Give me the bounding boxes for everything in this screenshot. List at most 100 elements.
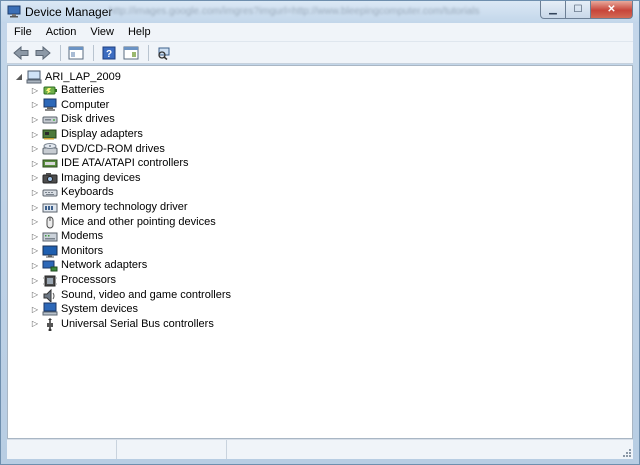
maximize-button[interactable]: ☐ [566,1,591,19]
expand-arrow-icon[interactable]: ▷ [30,260,40,270]
scan-hardware-button[interactable] [154,44,174,62]
display-adapter-icon [42,127,58,141]
menu-view[interactable]: View [83,26,121,38]
computer-icon [26,70,42,84]
tree-item[interactable]: ▷ Imaging devices [30,171,231,186]
tree-item[interactable]: ▷ Mice and other pointing devices [30,214,231,229]
speaker-icon [42,288,58,302]
monitor-icon [42,244,58,258]
modem-icon [42,229,58,243]
tree-item[interactable]: ▷ Modems [30,229,231,244]
ide-controller-icon [42,156,58,170]
tree-item-label: Disk drives [61,113,115,126]
close-icon: ✕ [607,4,616,15]
usb-icon [42,317,58,331]
tree-item[interactable]: ▷ Processors [30,273,231,288]
help-button[interactable] [121,44,141,62]
camera-icon [42,171,58,185]
menu-file[interactable]: File [7,26,39,38]
expand-arrow-icon[interactable]: ▷ [30,129,40,139]
device-manager-icon [7,5,21,18]
tree-item[interactable]: ▷ IDE ATA/ATAPI controllers [30,156,231,171]
expand-arrow-icon[interactable]: ▷ [30,187,40,197]
tree-item[interactable]: ▷ Disk drives [30,112,231,127]
tree-item[interactable]: ▷ Batteries [30,83,231,98]
menu-help[interactable]: Help [121,26,158,38]
back-icon [13,45,29,60]
system-device-icon [42,302,58,316]
tree-item[interactable]: ▷ Sound, video and game controllers [30,287,231,302]
expand-arrow-icon[interactable]: ▷ [30,231,40,241]
network-icon [42,258,58,272]
expand-arrow-icon[interactable]: ▷ [30,144,40,154]
tree-item-label: Mice and other pointing devices [61,215,216,228]
minimize-button[interactable]: ▁ [540,1,566,19]
expand-arrow-icon[interactable]: ▷ [30,202,40,212]
tree-item[interactable]: ▷ Keyboards [30,185,231,200]
tree-item-label: Sound, video and game controllers [61,288,231,301]
tree-item[interactable]: ▷ Monitors [30,244,231,259]
expand-arrow-icon[interactable]: ▷ [30,290,40,300]
expand-arrow-icon[interactable]: ▷ [30,275,40,285]
expand-arrow-icon[interactable]: ▷ [30,114,40,124]
root-label: ARI_LAP_2009 [45,70,121,83]
tree-item[interactable]: ▷ Memory technology driver [30,200,231,215]
collapse-arrow-icon[interactable]: ◢ [14,72,24,82]
tree-item-label: Processors [61,274,117,287]
help-icon [123,46,139,59]
tree-item-label: Monitors [61,244,104,257]
tree-item[interactable]: ▷ DVD/CD-ROM drives [30,141,231,156]
toolbar-separator [60,44,61,61]
tree-item-label: Modems [61,230,104,243]
blurred-background-url: http://images.google.com/imgres?imgurl=h… [109,6,480,17]
minimize-icon: ▁ [549,4,557,15]
tree-item-label: DVD/CD-ROM drives [61,142,165,155]
expand-arrow-icon[interactable]: ▷ [30,173,40,183]
device-manager-window: Device Manager http://images.google.com/… [0,0,640,465]
battery-icon [42,83,58,97]
device-tree[interactable]: ◢ ARI_LAP_2009 ▷ Batteries ▷ Computer ▷ Disk … [7,65,633,439]
tree-item[interactable]: ▷ System devices [30,302,231,317]
toolbar-separator [93,44,94,61]
expand-arrow-icon[interactable]: ▷ [30,158,40,168]
tree-item-label: Memory technology driver [61,201,188,214]
properties-icon: ? [102,46,116,60]
title-bar[interactable]: Device Manager http://images.google.com/… [1,1,639,23]
expand-arrow-icon[interactable]: ▷ [30,217,40,227]
status-cell [7,440,117,459]
status-bar [7,439,633,459]
expand-arrow-icon[interactable]: ▷ [30,319,40,329]
show-hide-console-tree-button[interactable] [66,44,86,62]
expand-arrow-icon[interactable]: ▷ [30,304,40,314]
menu-bar: File Action View Help [7,23,633,42]
resize-grip-icon[interactable] [622,448,632,458]
expand-arrow-icon[interactable]: ▷ [30,246,40,256]
properties-button[interactable]: ? [99,44,119,62]
tree-item[interactable]: ▷ Universal Serial Bus controllers [30,317,231,332]
mouse-icon [42,215,58,229]
dvd-drive-icon [42,142,58,156]
keyboard-icon [42,185,58,199]
status-cell [117,440,227,459]
back-button[interactable] [11,44,31,62]
maximize-icon: ☐ [573,4,583,15]
tree-item-label: Keyboards [61,186,114,199]
tree-item-label: Computer [61,98,110,111]
forward-button[interactable] [33,44,53,62]
expand-arrow-icon[interactable]: ▷ [30,100,40,110]
disk-drive-icon [42,112,58,126]
expand-arrow-icon[interactable]: ▷ [30,85,40,95]
svg-text:?: ? [106,49,112,60]
tree-root[interactable]: ◢ ARI_LAP_2009 [14,69,121,84]
memory-icon [42,200,58,214]
tree-item[interactable]: ▷ Network adapters [30,258,231,273]
scan-hardware-icon [158,47,170,60]
computer-icon [42,98,58,112]
tree-item[interactable]: ▷ Display adapters [30,127,231,142]
toolbar: ? [7,42,633,64]
forward-icon [35,45,51,60]
close-button[interactable]: ✕ [591,1,633,19]
tree-item-label: System devices [61,303,139,316]
tree-item[interactable]: ▷ Computer [30,98,231,113]
menu-action[interactable]: Action [39,26,84,38]
